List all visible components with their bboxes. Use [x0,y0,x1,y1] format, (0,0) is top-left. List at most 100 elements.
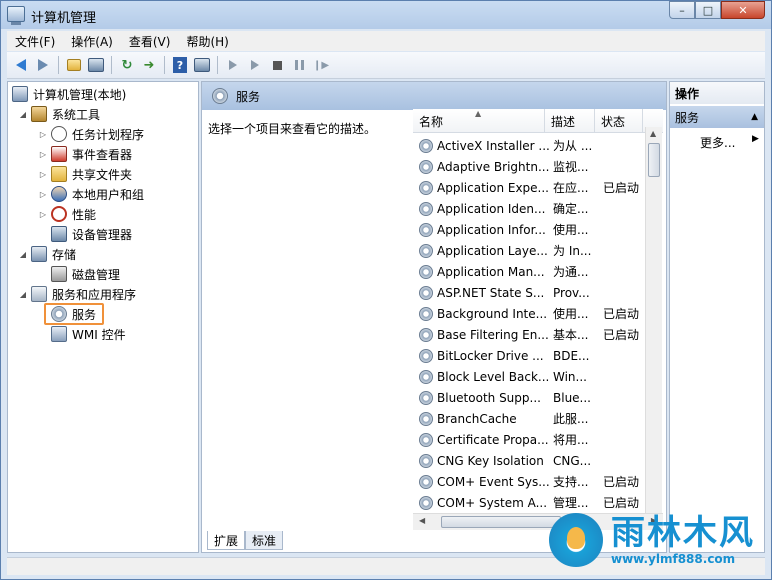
gear-icon [212,88,228,104]
tree-label-performance: 性能 [72,207,97,222]
menu-view[interactable]: 查看(V) [121,33,179,50]
collapse-icon[interactable]: ◢ [18,290,28,299]
collapse-up-icon[interactable]: ▲ [751,112,758,122]
table-row[interactable]: BitLocker Drive ... BDE... [413,345,651,366]
table-row[interactable]: CNG Key Isolation CNG... [413,450,651,471]
scroll-left-icon[interactable]: ◀ [419,516,425,525]
table-row[interactable]: Adaptive Brightn... 监视... [413,156,651,177]
start-service-alt-button[interactable] [245,55,265,75]
window-title: 计算机管理 [31,11,97,26]
vertical-scrollbar[interactable]: ▲ [645,127,662,513]
column-description[interactable]: 描述 [545,109,595,133]
expand-icon[interactable]: ▷ [38,130,48,139]
service-name: Application Man... [437,264,545,279]
results-title: 服务 [236,89,261,104]
tree-node-performance[interactable]: ▷ 性能 [38,204,96,224]
table-row[interactable]: Application Expe... 在应... 已启动 [413,177,651,198]
tree-node-task-scheduler[interactable]: ▷ 任务计划程序 [38,124,144,144]
pause-icon [294,60,304,70]
export-list-button[interactable]: ➜ [139,55,159,75]
help-button[interactable]: ? [170,55,190,75]
tree-node-local-users[interactable]: ▷ 本地用户和组 [38,184,144,204]
vertical-scroll-thumb[interactable] [648,143,660,177]
pause-service-button[interactable] [289,55,309,75]
service-description: 基本... [553,328,589,342]
minimize-button[interactable]: – [669,1,695,19]
column-name[interactable]: ▲ 名称 [413,109,545,133]
horizontal-scroll-thumb[interactable] [441,516,561,528]
table-row[interactable]: Application Man... 为通... [413,261,651,282]
show-hide-action-pane-button[interactable] [192,55,212,75]
performance-icon [51,206,67,222]
more-actions-link[interactable]: 更多... [700,134,735,151]
service-description: CNG... [553,453,592,468]
tab-standard[interactable]: 标准 [245,531,284,550]
table-row[interactable]: Application Iden... 确定... [413,198,651,219]
close-button[interactable]: ✕ [721,1,765,19]
column-status[interactable]: 状态 [595,109,643,133]
menu-help[interactable]: 帮助(H) [178,33,236,50]
table-row[interactable]: COM+ Event Sys... 支持... 已启动 [413,471,651,492]
table-row[interactable]: ActiveX Installer ... 为从 ... [413,135,651,156]
tree-node-wmi[interactable]: WMI 控件 [51,324,126,344]
tree-node-storage[interactable]: ◢ 存储 [18,244,76,264]
table-row[interactable]: Application Infor... 使用... [413,219,651,240]
tree-node-device-manager[interactable]: 设备管理器 [51,224,132,244]
tree-node-root[interactable]: 计算机管理(本地) [12,84,126,104]
event-viewer-icon [51,146,67,162]
tree-node-system-tools[interactable]: ◢ 系统工具 [18,104,100,124]
service-status: 已启动 [603,328,640,342]
expand-icon[interactable]: ▷ [38,170,48,179]
tree-node-disk-management[interactable]: 磁盘管理 [51,264,120,284]
maximize-button[interactable]: □ [695,1,721,19]
table-row[interactable]: Certificate Propa... 将用... [413,429,651,450]
tree-label-local-users: 本地用户和组 [72,187,145,202]
refresh-button[interactable]: ↻ [117,55,137,75]
service-name: Adaptive Brightn... [437,159,550,174]
forward-button[interactable] [33,55,53,75]
stop-service-button[interactable] [267,55,287,75]
tree-label-root: 计算机管理(本地) [33,87,127,102]
service-gear-icon [419,432,433,447]
table-row[interactable]: Base Filtering En... 基本... 已启动 [413,324,651,345]
description-hint: 选择一个项目来查看它的描述。 [208,122,377,136]
table-row[interactable]: Background Inte... 使用... 已启动 [413,303,651,324]
tree-node-event-viewer[interactable]: ▷ 事件查看器 [38,144,132,164]
service-name: Application Expe... [437,180,549,195]
service-gear-icon [419,138,433,153]
scroll-up-icon[interactable]: ▲ [650,129,656,138]
table-row[interactable]: BranchCache 此服... [413,408,651,429]
service-status: 已启动 [603,181,640,195]
up-folder-button[interactable] [64,55,84,75]
service-description: Prov... [553,285,590,300]
expand-icon[interactable]: ▷ [38,210,48,219]
service-gear-icon [419,222,433,237]
tree-node-shared-folders[interactable]: ▷ 共享文件夹 [38,164,132,184]
restart-service-button[interactable]: ❙▶ [311,55,331,75]
expand-icon[interactable]: ▷ [38,190,48,199]
service-description: 在应... [553,181,589,195]
show-hide-tree-button[interactable] [86,55,106,75]
service-gear-icon [419,390,433,405]
table-row[interactable]: ASP.NET State S... Prov... [413,282,651,303]
tab-extended[interactable]: 扩展 [207,531,246,550]
service-description: 确定... [553,202,589,216]
actions-group-services[interactable]: 服务 ▲ [670,106,764,128]
menu-bar: 文件(F) 操作(A) 查看(V) 帮助(H) [7,31,765,51]
table-row[interactable]: Application Laye... 为 In... [413,240,651,261]
start-service-button[interactable] [223,55,243,75]
menu-file[interactable]: 文件(F) [7,33,63,50]
service-name: ASP.NET State S... [437,285,545,300]
table-row[interactable]: Bluetooth Supp... Blue... [413,387,651,408]
back-button[interactable] [11,55,31,75]
title-bar[interactable]: 计算机管理 – □ ✕ [1,1,771,29]
service-name: CNG Key Isolation [437,453,544,468]
expand-icon[interactable]: ▷ [38,150,48,159]
actions-pane: 操作 服务 ▲ 更多... ▶ [669,81,765,553]
table-row[interactable]: Block Level Back... Win... [413,366,651,387]
toolbar-separator [164,56,165,74]
menu-action[interactable]: 操作(A) [63,33,121,50]
collapse-icon[interactable]: ◢ [18,250,28,259]
tree-node-services-apps[interactable]: ◢ 服务和应用程序 [18,284,136,304]
collapse-icon[interactable]: ◢ [18,110,28,119]
